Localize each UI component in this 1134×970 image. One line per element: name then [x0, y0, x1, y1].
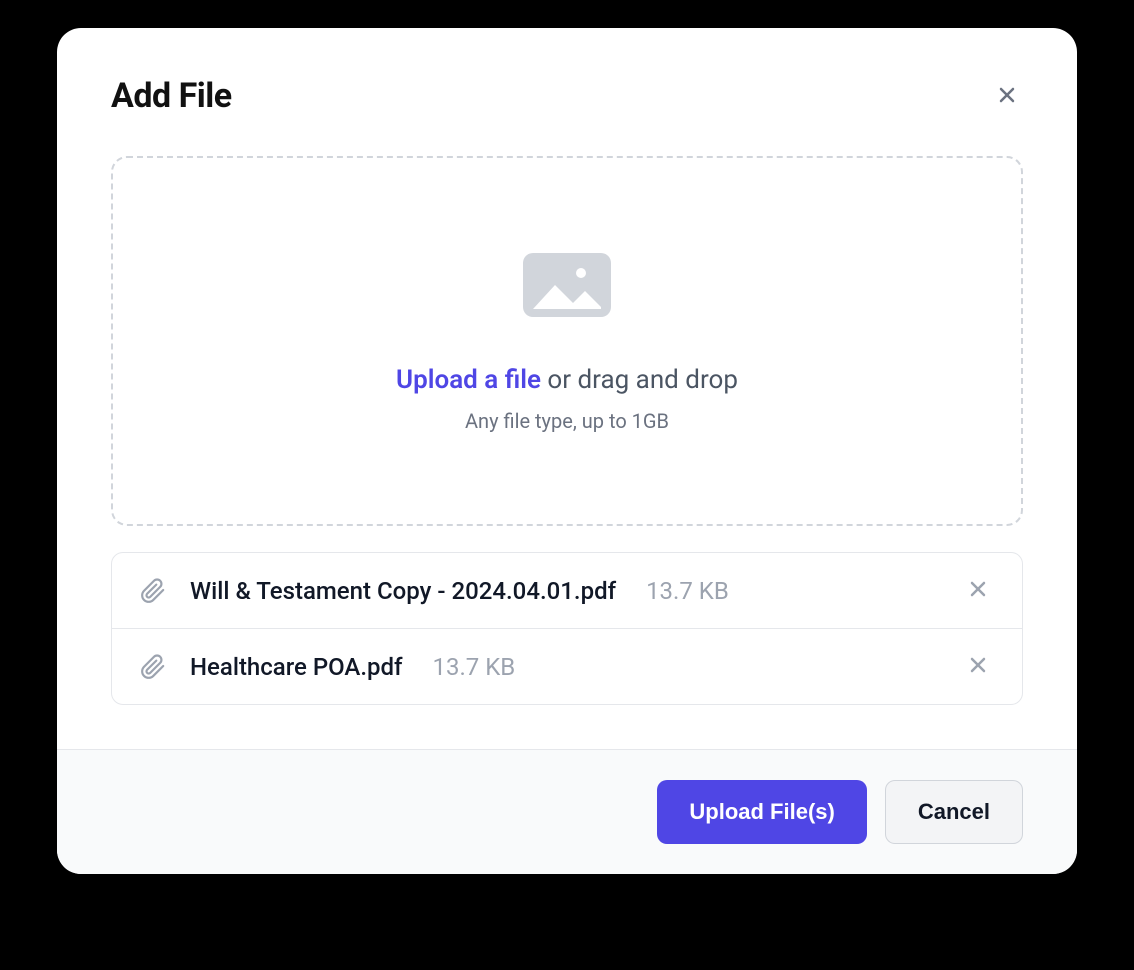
add-file-modal: Add File Upload a file or drag and drop	[57, 28, 1077, 874]
paperclip-icon	[140, 654, 166, 680]
dropzone-text: Upload a file or drag and drop	[396, 365, 738, 395]
cancel-button[interactable]: Cancel	[885, 780, 1023, 844]
modal-footer: Upload File(s) Cancel	[57, 749, 1077, 874]
file-size: 13.7 KB	[646, 577, 729, 605]
file-list: Will & Testament Copy - 2024.04.01.pdf 1…	[111, 552, 1023, 705]
dropzone-rest-text: or drag and drop	[541, 365, 738, 395]
dropzone-subtext: Any file type, up to 1GB	[465, 409, 669, 433]
close-icon	[995, 83, 1019, 110]
close-icon	[966, 653, 990, 680]
modal-body: Upload a file or drag and drop Any file …	[57, 116, 1077, 749]
file-dropzone[interactable]: Upload a file or drag and drop Any file …	[111, 156, 1023, 526]
file-row: Will & Testament Copy - 2024.04.01.pdf 1…	[112, 553, 1022, 628]
remove-file-button[interactable]	[962, 573, 994, 608]
file-row: Healthcare POA.pdf 13.7 KB	[112, 628, 1022, 704]
close-icon	[966, 577, 990, 604]
remove-file-button[interactable]	[962, 649, 994, 684]
modal-header: Add File	[57, 28, 1077, 116]
file-size: 13.7 KB	[432, 653, 515, 681]
close-button[interactable]	[991, 79, 1023, 114]
file-name: Healthcare POA.pdf	[190, 653, 402, 681]
upload-file-link[interactable]: Upload a file	[396, 365, 541, 395]
upload-files-button[interactable]: Upload File(s)	[657, 780, 866, 844]
modal-title: Add File	[111, 76, 232, 116]
image-placeholder-icon	[519, 249, 615, 325]
file-name: Will & Testament Copy - 2024.04.01.pdf	[190, 577, 616, 605]
paperclip-icon	[140, 578, 166, 604]
